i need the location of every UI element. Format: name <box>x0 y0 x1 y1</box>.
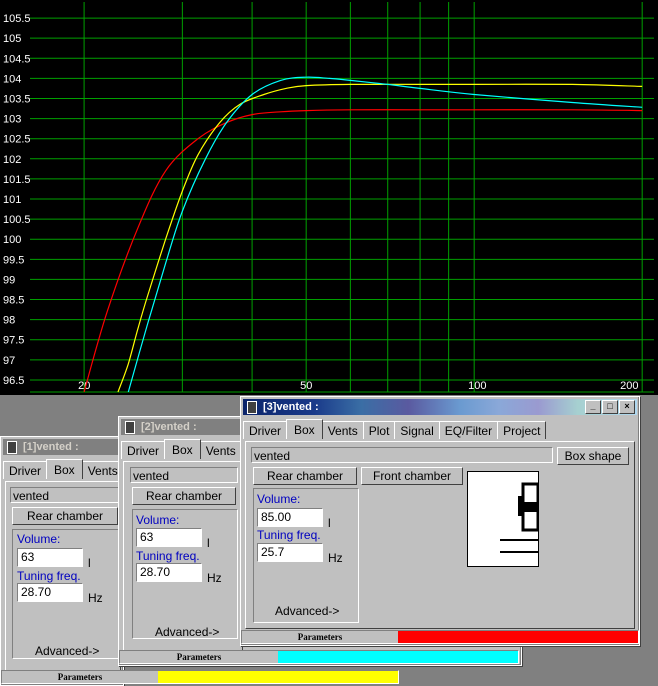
volume-label: Volume: <box>17 532 61 546</box>
x-tick-label: 200 <box>620 380 638 392</box>
y-tick-label: 104.5 <box>3 53 31 65</box>
volume-input[interactable]: 63 <box>136 528 202 547</box>
vented-window-1: [1]vented : Driver Box Vents vented Rear c… <box>0 436 399 686</box>
tab-driver[interactable]: Driver <box>243 421 287 439</box>
y-tick-label: 99.5 <box>3 254 24 266</box>
parameters-status-label: Parameters <box>2 671 158 683</box>
volume-input[interactable]: 63 <box>17 548 83 567</box>
box-preview <box>467 471 539 567</box>
volume-input[interactable]: 85.00 <box>257 508 323 527</box>
window-1-statusbar: Parameters <box>1 670 399 684</box>
box-name-field[interactable]: vented <box>251 447 553 463</box>
window-2-title: [2]vented : <box>141 421 197 434</box>
response-chart: 96.5 97 97.5 98 98.5 99 99.5 100 100.5 101 101.5 10… <box>0 0 658 395</box>
vented-window-3: [3]vented : _ □ × Driver Box Vents Plot Sign… <box>240 396 640 646</box>
box-shape-button[interactable]: Box shape <box>557 447 629 465</box>
advanced-link[interactable]: Advanced-> <box>35 644 99 658</box>
plot-background <box>0 0 658 395</box>
tab-vents[interactable]: Vents <box>199 441 241 459</box>
window-3-statusbar: Parameters <box>241 630 639 644</box>
tab-project[interactable]: Project <box>497 421 547 439</box>
tab-vents[interactable]: Vents <box>81 461 121 479</box>
series-color-swatch <box>398 631 638 643</box>
driver-icon <box>500 482 538 553</box>
series-color-swatch <box>278 651 518 663</box>
tuning-freq-input[interactable]: 25.7 <box>257 543 323 562</box>
window-3-titlebar[interactable]: [3]vented : _ □ × <box>243 399 637 415</box>
window-2-statusbar: Parameters <box>119 650 519 664</box>
volume-unit: l <box>328 516 331 530</box>
y-tick-label: 99 <box>3 274 15 286</box>
tuning-freq-input[interactable]: 28.70 <box>136 563 202 582</box>
y-tick-label: 103 <box>3 114 21 126</box>
y-tick-label: 97 <box>3 355 15 367</box>
advanced-link[interactable]: Advanced-> <box>275 604 339 618</box>
tab-box[interactable]: Box <box>46 459 83 479</box>
y-tick-label: 96.5 <box>3 375 24 387</box>
window-icon[interactable] <box>247 400 257 414</box>
window-3-tabs: Driver Box Vents Plot Signal EQ/Filter Project <box>243 419 637 439</box>
y-tick-label: 100 <box>3 234 21 246</box>
tuning-freq-input[interactable]: 28.70 <box>17 583 83 602</box>
parameters-status-label: Parameters <box>120 651 278 663</box>
tab-driver[interactable]: Driver <box>3 461 47 479</box>
box-name-field[interactable]: vented <box>130 467 238 483</box>
window-2-tabs: Driver Box Vents <box>121 439 241 459</box>
tab-box[interactable]: Box <box>164 439 201 459</box>
tuning-freq-label: Tuning freq. <box>136 549 200 563</box>
advanced-link[interactable]: Advanced-> <box>155 625 219 639</box>
x-tick-label: 100 <box>468 380 486 392</box>
y-tick-label: 100.5 <box>3 214 31 226</box>
y-tick-label: 97.5 <box>3 335 24 347</box>
y-tick-label: 102.5 <box>3 134 31 146</box>
spl-plot-svg: 96.5 97 97.5 98 98.5 99 99.5 100 100.5 101 101.5 10… <box>0 0 658 395</box>
volume-label: Volume: <box>257 492 301 506</box>
maximize-button[interactable]: □ <box>602 400 618 414</box>
tuning-freq-unit: Hz <box>207 571 222 585</box>
window-1-title: [1]vented : <box>23 441 79 454</box>
tuning-freq-label: Tuning freq. <box>257 528 321 542</box>
y-tick-label: 101 <box>3 194 21 206</box>
front-chamber-button[interactable]: Front chamber <box>361 467 463 485</box>
parameters-status-label: Parameters <box>242 631 398 643</box>
rear-chamber-button[interactable]: Rear chamber <box>132 487 236 505</box>
x-tick-label: 50 <box>300 380 312 392</box>
y-tick-label: 104 <box>3 73 21 85</box>
tab-eq-filter[interactable]: EQ/Filter <box>438 421 499 439</box>
tab-box[interactable]: Box <box>286 419 323 439</box>
y-tick-label: 105 <box>3 33 21 45</box>
volume-label: Volume: <box>136 513 180 527</box>
series-color-swatch <box>158 671 398 683</box>
window-1-titlebar[interactable]: [1]vented : <box>3 439 121 455</box>
volume-unit: l <box>207 536 210 550</box>
tuning-freq-label: Tuning freq. <box>17 569 81 583</box>
tab-plot[interactable]: Plot <box>362 421 396 439</box>
y-tick-label: 98 <box>3 315 15 327</box>
box-name-field[interactable]: vented <box>10 487 120 503</box>
minimize-button[interactable]: _ <box>585 400 601 414</box>
tuning-freq-unit: Hz <box>88 591 103 605</box>
window-1-tabs: Driver Box Vents <box>3 459 121 479</box>
tab-signal[interactable]: Signal <box>394 421 440 439</box>
rear-chamber-button[interactable]: Rear chamber <box>253 467 357 485</box>
window-3-title: [3]vented : <box>263 401 319 414</box>
y-tick-label: 102 <box>3 154 21 166</box>
window-icon[interactable] <box>7 440 17 454</box>
y-tick-label: 98.5 <box>3 295 24 307</box>
y-tick-label: 103.5 <box>3 93 31 105</box>
tab-vents[interactable]: Vents <box>321 421 364 439</box>
y-tick-label: 101.5 <box>3 174 31 186</box>
window-icon[interactable] <box>125 420 135 434</box>
tab-driver[interactable]: Driver <box>121 441 165 459</box>
volume-unit: l <box>88 556 91 570</box>
close-button[interactable]: × <box>619 400 635 414</box>
tuning-freq-unit: Hz <box>328 551 343 565</box>
y-tick-label: 105.5 <box>3 13 31 25</box>
rear-chamber-button[interactable]: Rear chamber <box>12 507 118 525</box>
